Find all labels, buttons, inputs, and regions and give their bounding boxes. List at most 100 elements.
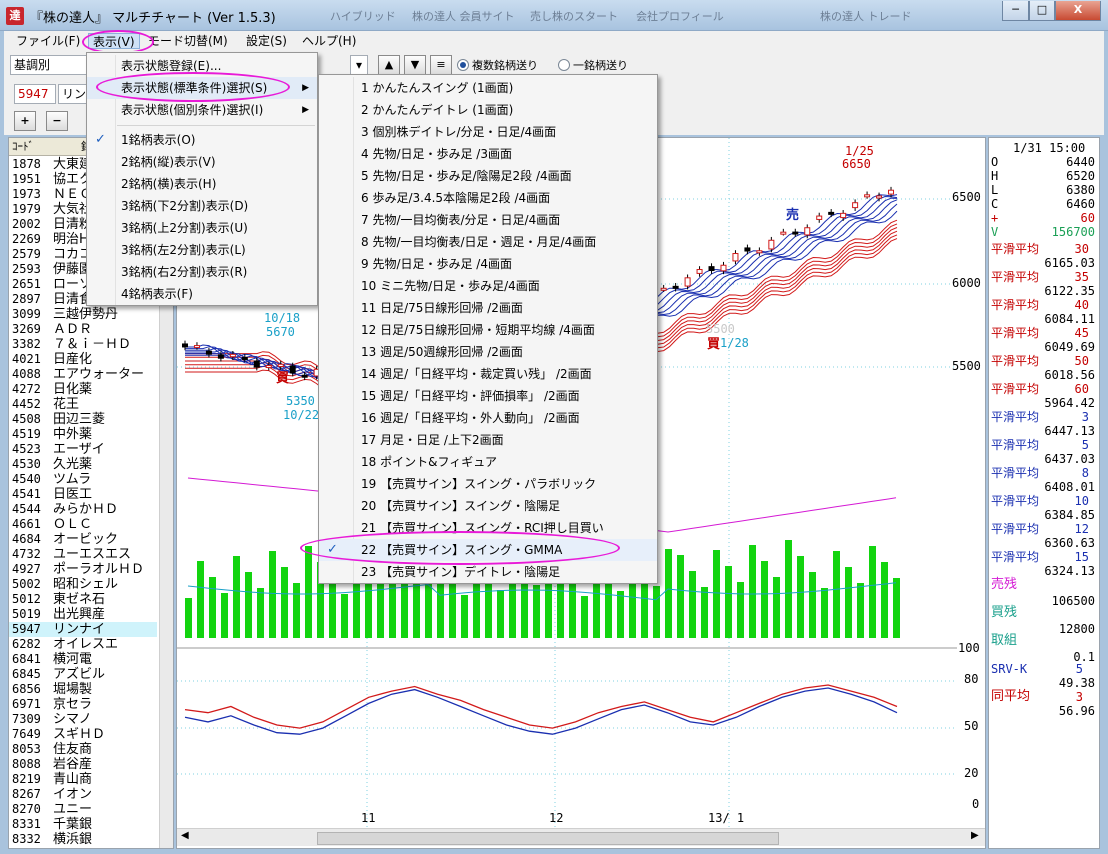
radio-multi[interactable] <box>457 59 469 71</box>
menu-settings[interactable]: 設定(S) <box>242 33 291 49</box>
list-item[interactable]: 4519 中外薬 <box>9 427 157 442</box>
list-item[interactable]: 7309 シマノ <box>9 712 157 727</box>
submenu-item[interactable]: 17 月足・日足 /上下2画面 <box>319 429 657 451</box>
list-item[interactable]: 7649 スギＨＤ <box>9 727 157 742</box>
radio-single[interactable] <box>558 59 570 71</box>
submenu-item-label: 13 週足/50週線形回帰 /2画面 <box>361 345 523 359</box>
list-item[interactable]: 5019 出光興産 <box>9 607 157 622</box>
ma-label: 平滑平均 <box>991 382 1040 396</box>
stock-list-button[interactable]: ≡ <box>430 55 452 75</box>
candle-body <box>696 269 703 274</box>
list-item[interactable]: 4541 日医工 <box>9 487 157 502</box>
next-stock-button[interactable]: ▼ <box>404 55 426 75</box>
close-button[interactable]: X <box>1055 1 1101 21</box>
list-item[interactable]: 5012 東ゼネ石 <box>9 592 157 607</box>
background-tab: 株の達人 トレード <box>820 10 912 23</box>
list-item[interactable]: 3269 ＡＤＲ <box>9 322 157 337</box>
list-item[interactable]: 4927 ポーラオルＨＤ <box>9 562 157 577</box>
scroll-left-icon[interactable]: ◀ <box>181 830 189 841</box>
list-item[interactable]: 8270 ユニー <box>9 802 157 817</box>
list-item[interactable]: 5947 リンナイ <box>9 622 157 637</box>
dou-avg-label: 同平均 <box>991 689 1031 704</box>
list-item[interactable]: 4684 オービック <box>9 532 157 547</box>
submenu-item[interactable]: 3 個別株デイトレ/分足・日足/4画面 <box>319 121 657 143</box>
menu-3-right[interactable]: 3銘柄(右2分割)表示(R) <box>87 261 317 283</box>
submenu-item[interactable]: 11 日足/75日線形回帰 /2画面 <box>319 297 657 319</box>
code-input[interactable]: 5947 <box>14 84 56 104</box>
submenu-item[interactable]: 13 週足/50週線形回帰 /2画面 <box>319 341 657 363</box>
submenu-item[interactable]: 10 ミニ先物/日足・歩み足/4画面 <box>319 275 657 297</box>
chart-scrollbar[interactable]: ◀ ▶ <box>177 828 985 846</box>
submenu-item-label: 16 週足/「日経平均・外人動向」 /2画面 <box>361 411 580 425</box>
menu-individual-view[interactable]: 表示状態(個別条件)選択(I) ▶ <box>87 99 317 121</box>
list-item[interactable]: 8331 千葉銀 <box>9 817 157 832</box>
submenu-item[interactable]: 14 週足/「日経平均・裁定買い残」 /2画面 <box>319 363 657 385</box>
list-item-code: 4452 <box>12 397 41 411</box>
combo-dropdown-icon[interactable]: ▾ <box>350 55 368 75</box>
list-item[interactable]: 3382 ７＆ｉ－ＨＤ <box>9 337 157 352</box>
list-item[interactable]: 4272 日化薬 <box>9 382 157 397</box>
scroll-right-icon[interactable]: ▶ <box>971 830 979 841</box>
list-item[interactable]: 8088 岩谷産 <box>9 757 157 772</box>
list-item[interactable]: 3099 三越伊勢丹 <box>9 307 157 322</box>
list-item[interactable]: 6845 アズビル <box>9 667 157 682</box>
submenu-item[interactable]: 20 【売買サイン】スイング・陰陽足 <box>319 495 657 517</box>
menu-3-left[interactable]: 3銘柄(左2分割)表示(L) <box>87 239 317 261</box>
list-item[interactable]: 5002 昭和シェル <box>9 577 157 592</box>
menu-2-horizontal[interactable]: 2銘柄(横)表示(H) <box>87 173 317 195</box>
list-item[interactable]: 4523 エーザイ <box>9 442 157 457</box>
list-item[interactable]: 4508 田辺三菱 <box>9 412 157 427</box>
submenu-item[interactable]: 19 【売買サイン】スイング・パラボリック <box>319 473 657 495</box>
osc-tick: 50 <box>964 719 979 733</box>
list-item[interactable]: 6841 横河電 <box>9 652 157 667</box>
list-item[interactable]: 4021 日産化 <box>9 352 157 367</box>
submenu-item[interactable]: 4 先物/日足・歩み足 /3画面 <box>319 143 657 165</box>
scroll-thumb[interactable] <box>317 832 779 845</box>
submenu-item[interactable]: 18 ポイント&フィギュア <box>319 451 657 473</box>
submenu-item[interactable]: 16 週足/「日経平均・外人動向」 /2画面 <box>319 407 657 429</box>
name-input[interactable]: リンナイ <box>58 84 88 104</box>
price-tick: 6500 <box>952 190 981 204</box>
list-item[interactable]: 4732 ユーエスエス <box>9 547 157 562</box>
submenu-item[interactable]: 7 先物/一目均衡表/分足・日足/4画面 <box>319 209 657 231</box>
menu-3-top[interactable]: 3銘柄(上2分割)表示(U) <box>87 217 317 239</box>
list-item[interactable]: 4088 エアウォーター <box>9 367 157 382</box>
list-item[interactable]: 8053 住友商 <box>9 742 157 757</box>
osc-tick: 100 <box>958 641 980 655</box>
check-icon: ✓ <box>95 132 106 147</box>
submenu-item[interactable]: 1 かんたんスイング (1画面) <box>319 77 657 99</box>
list-item[interactable]: 6971 京セラ <box>9 697 157 712</box>
layout-combo[interactable]: 基調別 <box>10 55 88 75</box>
list-item[interactable]: 4544 みらかＨＤ <box>9 502 157 517</box>
submenu-item-label: 20 【売買サイン】スイング・陰陽足 <box>361 499 561 513</box>
submenu-item[interactable]: 15 週足/「日経平均・評価損率」 /2画面 <box>319 385 657 407</box>
submenu-item[interactable]: 2 かんたんデイトレ (1画面) <box>319 99 657 121</box>
menu-1-stock[interactable]: ✓ 1銘柄表示(O) <box>87 129 317 151</box>
list-item[interactable]: 6282 オイレスエ <box>9 637 157 652</box>
list-item[interactable]: 8332 横浜銀 <box>9 832 157 847</box>
zoom-out-icon[interactable]: − <box>46 111 68 131</box>
menu-4-stock[interactable]: 4銘柄表示(F) <box>87 283 317 305</box>
submenu-item[interactable]: 6 歩み足/3.4.5本陰陽足2段 /4画面 <box>319 187 657 209</box>
menu-3-bottom[interactable]: 3銘柄(下2分割)表示(D) <box>87 195 317 217</box>
submenu-item[interactable]: 9 先物/日足・歩み足 /4画面 <box>319 253 657 275</box>
menu-2-vertical[interactable]: 2銘柄(縦)表示(V) <box>87 151 317 173</box>
list-item[interactable]: 4452 花王 <box>9 397 157 412</box>
zoom-in-icon[interactable]: + <box>14 111 36 131</box>
submenu-item[interactable]: 12 日足/75日線形回帰・短期平均線 /4画面 <box>319 319 657 341</box>
prev-stock-button[interactable]: ▲ <box>378 55 400 75</box>
submenu-item[interactable]: 8 先物/一目均衡表/日足・週足・月足/4画面 <box>319 231 657 253</box>
menu-help[interactable]: ヘルプ(H) <box>298 33 360 49</box>
minimize-button[interactable]: ─ <box>1002 1 1029 21</box>
list-item[interactable]: 8219 青山商 <box>9 772 157 787</box>
menu-mode[interactable]: モード切替(M) <box>144 33 232 49</box>
list-item[interactable]: 4661 ＯＬＣ <box>9 517 157 532</box>
submenu-item[interactable]: 5 先物/日足・歩み足/陰陽足2段 /4画面 <box>319 165 657 187</box>
list-item[interactable]: 4530 久光薬 <box>9 457 157 472</box>
maximize-button[interactable]: □ <box>1029 1 1055 21</box>
list-item[interactable]: 4540 ツムラ <box>9 472 157 487</box>
submenu-item-label: 11 日足/75日線形回帰 /2画面 <box>361 301 523 315</box>
list-item[interactable]: 6856 堀場製 <box>9 682 157 697</box>
list-item[interactable]: 8267 イオン <box>9 787 157 802</box>
menu-file[interactable]: ファイル(F) <box>12 33 84 49</box>
